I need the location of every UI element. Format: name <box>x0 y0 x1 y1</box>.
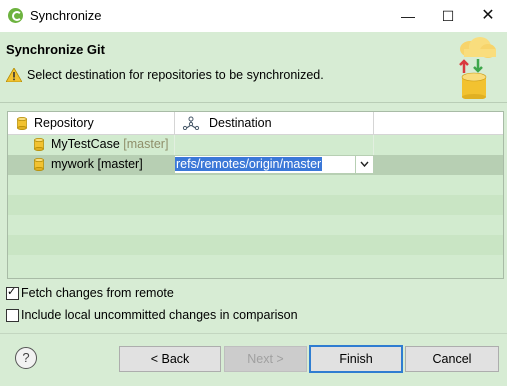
maximize-button[interactable]: ☐ <box>428 0 468 32</box>
repository-name-text: MyTestCase <box>51 137 120 151</box>
table-row[interactable]: mywork [master] refs/remotes/origin/mast… <box>8 155 503 175</box>
wizard-header: Synchronize Git Select destination for r… <box>0 32 507 102</box>
button-bar-divider <box>0 333 507 334</box>
column-label-destination: Destination <box>209 116 272 130</box>
include-local-label[interactable]: Include local uncommitted changes in com… <box>21 308 298 322</box>
synchronize-banner-icon <box>459 37 496 99</box>
title-bar: Synchronize — ☐ ✕ <box>0 0 507 32</box>
fetch-label[interactable]: Fetch changes from remote <box>21 286 174 300</box>
header-message: Select destination for repositories to b… <box>27 68 324 82</box>
table-row-empty <box>8 195 503 215</box>
repository-icon <box>34 158 44 171</box>
header-divider <box>0 102 507 103</box>
table-header: Repository Destination <box>8 112 503 135</box>
repository-name: MyTestCase [master] <box>51 137 168 151</box>
spring-app-icon <box>8 8 23 23</box>
branch-label: [master] <box>123 137 169 151</box>
repository-name: mywork [master] <box>51 157 143 171</box>
fetch-checkbox[interactable]: ✓ <box>6 286 19 300</box>
table-row-empty <box>8 215 503 235</box>
chevron-down-icon <box>360 161 369 168</box>
finish-button[interactable]: Finish <box>309 345 403 373</box>
close-button[interactable]: ✕ <box>468 0 507 32</box>
warning-icon <box>6 68 22 82</box>
window-title: Synchronize <box>30 8 102 23</box>
cancel-button[interactable]: Cancel <box>405 346 499 372</box>
destination-value[interactable]: refs/remotes/origin/master <box>175 157 323 171</box>
branch-icon <box>182 116 200 130</box>
include-local-checkbox[interactable] <box>6 309 19 322</box>
checkmark-icon: ✓ <box>7 286 17 298</box>
repository-icon <box>34 138 44 151</box>
column-header-filler <box>374 112 503 134</box>
column-divider <box>373 135 374 155</box>
column-label-repository: Repository <box>34 116 94 130</box>
minimize-button[interactable]: — <box>388 0 428 32</box>
help-button[interactable]: ? <box>15 347 37 369</box>
column-header-destination[interactable]: Destination <box>175 112 374 134</box>
page-title: Synchronize Git <box>6 42 105 57</box>
table-row[interactable]: MyTestCase [master] <box>8 135 503 155</box>
column-divider <box>174 135 175 155</box>
table-row-empty <box>8 255 503 275</box>
column-header-repository[interactable]: Repository <box>8 112 175 134</box>
table-row-empty <box>8 235 503 255</box>
table-row-empty <box>8 175 503 195</box>
next-button[interactable]: Next > <box>224 346 307 372</box>
destination-combo[interactable]: refs/remotes/origin/master <box>175 156 355 173</box>
back-button[interactable]: < Back <box>119 346 221 372</box>
repository-icon <box>17 117 27 130</box>
repository-table[interactable]: Repository Destination MyTestCase [maste… <box>7 111 504 279</box>
destination-dropdown-button[interactable] <box>356 156 373 173</box>
